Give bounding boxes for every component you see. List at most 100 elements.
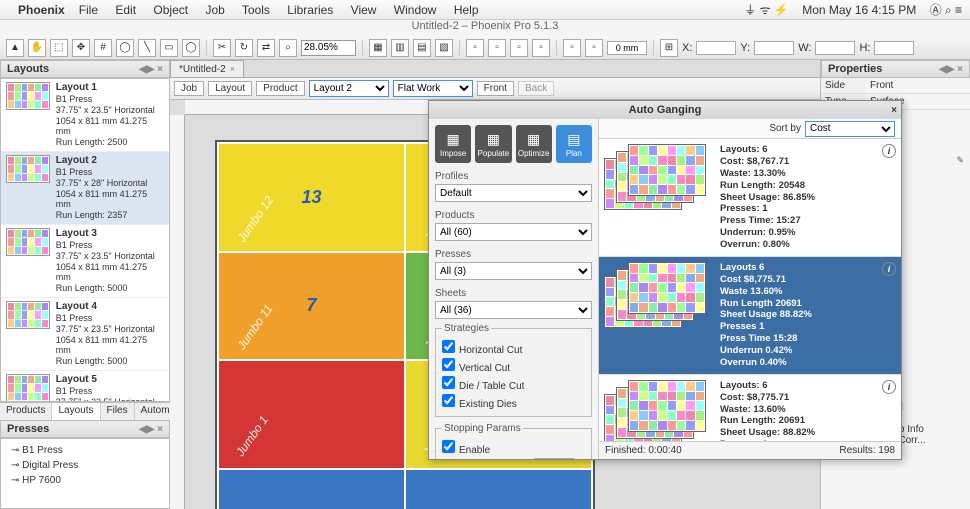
spotlight-icon[interactable]: Ⓐ ⌕ ≡	[930, 3, 962, 17]
sheets-label: Sheets	[435, 288, 592, 299]
grid2-icon[interactable]: ▥	[391, 39, 409, 57]
mode-plan[interactable]: ▤Plan	[556, 125, 592, 163]
align2-icon[interactable]: ▫	[488, 39, 506, 57]
select-tool[interactable]: ⬚	[50, 39, 68, 57]
doc-tab[interactable]: *Untitled-2 ×	[170, 60, 244, 77]
profiles-select[interactable]: Default	[435, 184, 592, 202]
info-icon[interactable]: i	[882, 144, 896, 158]
app-name[interactable]: Phoenix	[18, 3, 65, 17]
grid1-icon[interactable]: ▦	[369, 39, 387, 57]
grid3-icon[interactable]: ▤	[413, 39, 431, 57]
h-input[interactable]	[874, 41, 914, 55]
collapse-icon[interactable]: ◀▶ ×	[139, 424, 163, 435]
menu-job[interactable]: Job	[205, 3, 224, 17]
result-item[interactable]: Layouts 6 Cost $8,775.71 Waste 13.60% Ru…	[599, 257, 901, 375]
layout-item[interactable]: Layout 3B1 Press37.75" x 23.5" Horizonta…	[1, 225, 169, 298]
dist1-icon[interactable]: ▫	[563, 39, 581, 57]
presses-select[interactable]: All (3)	[435, 262, 592, 280]
grid4-icon[interactable]: ▧	[435, 39, 453, 57]
wifi-icon[interactable]: ⏚ ᯤ ⚡	[744, 3, 789, 17]
edit-icon[interactable]: ✎	[956, 155, 964, 166]
imposition-cell[interactable]: Jumbo 1	[219, 361, 404, 468]
presses-label: Presses	[435, 249, 592, 260]
layout-select[interactable]: Layout 2	[309, 80, 389, 97]
menu-libraries[interactable]: Libraries	[287, 3, 333, 17]
sheets-select[interactable]: All (36)	[435, 301, 592, 319]
shape-tool[interactable]: ◯	[116, 39, 134, 57]
press-item[interactable]: ⊸ B1 Press	[1, 443, 169, 458]
dialog-results: Sort by Cost Layouts: 6 Cost: $8,767.71 …	[599, 119, 901, 459]
align1-icon[interactable]: ▫	[466, 39, 484, 57]
result-item[interactable]: Layouts: 6 Cost: $8,767.71 Waste: 13.30%…	[599, 139, 901, 257]
collapse-icon[interactable]: ◀▶ ×	[939, 64, 963, 75]
dist2-icon[interactable]: ▫	[585, 39, 603, 57]
rect-tool[interactable]: ▭	[160, 39, 178, 57]
close-icon[interactable]: ×	[891, 105, 897, 116]
menu-help[interactable]: Help	[454, 3, 479, 17]
strategy-checkbox[interactable]: Existing Dies	[442, 394, 585, 410]
y-input[interactable]	[754, 41, 794, 55]
close-icon[interactable]: ×	[230, 64, 235, 74]
imposition-cell[interactable]	[406, 470, 591, 509]
job-button[interactable]: Job	[174, 81, 204, 96]
cut-tool[interactable]: ✂	[213, 39, 231, 57]
presses-title: Presses	[7, 423, 49, 435]
press-item[interactable]: ⊸ HP 7600	[1, 473, 169, 488]
strategy-checkbox[interactable]: Die / Table Cut	[442, 376, 585, 392]
w-input[interactable]	[815, 41, 855, 55]
x-input[interactable]	[696, 41, 736, 55]
result-item[interactable]: Layouts: 6 Cost: $8,775.71 Waste: 13.60%…	[599, 375, 901, 441]
enable-checkbox[interactable]: Enable	[442, 440, 585, 456]
zoom-tool[interactable]: ⌕	[279, 39, 297, 57]
layout-info: Layout 3B1 Press37.75" x 23.5" Horizonta…	[56, 228, 164, 294]
info-icon[interactable]: i	[882, 380, 896, 394]
stopafter-input[interactable]	[534, 458, 574, 459]
front-button[interactable]: Front	[477, 81, 514, 96]
menu-window[interactable]: Window	[394, 3, 437, 17]
pointer-tool[interactable]: ▲	[6, 39, 24, 57]
back-button[interactable]: Back	[518, 81, 554, 96]
align3-icon[interactable]: ▫	[510, 39, 528, 57]
dialog-titlebar[interactable]: Auto Ganging ×	[429, 101, 901, 119]
tab-layouts[interactable]: Layouts	[52, 403, 100, 420]
tab-products[interactable]: Products	[0, 403, 52, 420]
move-tool[interactable]: ✥	[72, 39, 90, 57]
menu-view[interactable]: View	[351, 3, 377, 17]
product-button[interactable]: Product	[256, 81, 304, 96]
snap-icon[interactable]: ⊞	[660, 39, 678, 57]
mode-impose[interactable]: ▦Impose	[435, 125, 471, 163]
rotate-tool[interactable]: ↻	[235, 39, 253, 57]
menu-edit[interactable]: Edit	[115, 3, 136, 17]
press-item[interactable]: ⊸ Digital Press	[1, 458, 169, 473]
menu-file[interactable]: File	[79, 3, 98, 17]
products-select[interactable]: All (60)	[435, 223, 592, 241]
menu-object[interactable]: Object	[153, 3, 188, 17]
line-tool[interactable]: ╲	[138, 39, 156, 57]
imposition-cell[interactable]: Jumbo 1213	[219, 144, 404, 251]
mode-populate[interactable]: ▦Populate	[475, 125, 511, 163]
imposition-cell[interactable]: Jumbo 117	[219, 253, 404, 360]
result-stats: Layouts 6 Cost $8,775.71 Waste 13.60% Ru…	[720, 262, 876, 369]
tab-files[interactable]: Files	[101, 403, 135, 420]
worktype-select[interactable]: Flat Work	[393, 80, 473, 97]
grid-tool[interactable]: #	[94, 39, 112, 57]
imposition-cell[interactable]	[219, 470, 404, 509]
sort-select[interactable]: Cost	[805, 121, 895, 137]
menu-tools[interactable]: Tools	[242, 3, 270, 17]
layout-item[interactable]: Layout 1B1 Press37.75" x 23.5" Horizonta…	[1, 79, 169, 152]
info-icon[interactable]: i	[882, 262, 896, 276]
offset-input[interactable]	[607, 41, 647, 55]
collapse-icon[interactable]: ◀▶ ×	[139, 64, 163, 75]
flip-tool[interactable]: ⇄	[257, 39, 275, 57]
layout-item[interactable]: Layout 2B1 Press37.75" x 28" Horizontal1…	[1, 152, 169, 225]
zoom-input[interactable]	[301, 40, 356, 56]
layout-item[interactable]: Layout 4B1 Press37.75" x 23.5" Horizonta…	[1, 298, 169, 371]
layout-button[interactable]: Layout	[208, 81, 252, 96]
layout-item[interactable]: Layout 5B1 Press37.75" x 23.5" Horizonta…	[1, 371, 169, 402]
mode-optimize[interactable]: ▦Optimize	[516, 125, 552, 163]
align4-icon[interactable]: ▫	[532, 39, 550, 57]
ellipse-tool[interactable]: ◯	[182, 39, 200, 57]
strategy-checkbox[interactable]: Vertical Cut	[442, 358, 585, 374]
hand-tool[interactable]: ✋	[28, 39, 46, 57]
strategy-checkbox[interactable]: Horizontal Cut	[442, 340, 585, 356]
